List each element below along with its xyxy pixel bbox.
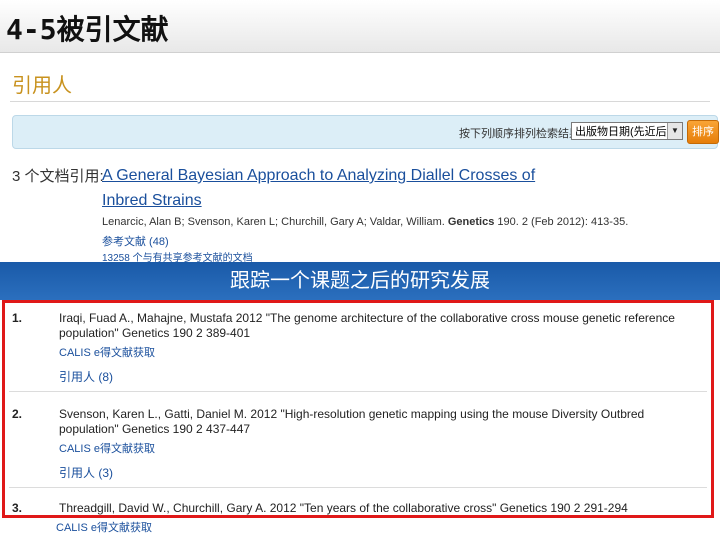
article-journal: Genetics — [447, 216, 495, 228]
result-number: 2. — [12, 407, 23, 421]
result-citation[interactable]: Svenson, Karen L., Gatti, Daniel M. 2012… — [59, 407, 707, 437]
references-link[interactable]: 参考文献 (48) — [102, 233, 169, 249]
result-divider — [9, 487, 707, 488]
annotation-banner: 跟踪一个课题之后的研究发展 — [0, 262, 720, 300]
calis-fulltext-link[interactable]: CALIS e得文献获取 — [59, 344, 155, 360]
cited-article-meta: Lenarcic, Alan B; Svenson, Karen L; Chur… — [102, 216, 628, 228]
slide-title: 4-5被引文献 — [6, 13, 169, 46]
calis-fulltext-link[interactable]: CALIS e得文献获取 — [59, 440, 155, 456]
result-number: 3. — [12, 501, 23, 515]
sort-button[interactable]: 排序 — [687, 120, 719, 144]
result-citation[interactable]: Iraqi, Fuad A., Mahajne, Mustafa 2012 "T… — [59, 311, 707, 341]
section-heading: 引用人 — [12, 75, 72, 97]
article-citation: 190. 2 (Feb 2012): 413-35. — [497, 216, 629, 228]
heading-divider — [10, 101, 710, 102]
sort-order-select[interactable]: 出版物日期(先近后远) ▼ — [571, 122, 683, 140]
result-number: 1. — [12, 311, 23, 325]
sort-bar: 按下列顺序排列检索结果: 出版物日期(先近后远) ▼ 排序 — [12, 115, 719, 149]
citing-count: 3 个文档引用: — [12, 168, 104, 185]
cited-by-link[interactable]: 引用人 (8) — [59, 368, 113, 385]
article-authors: Lenarcic, Alan B; Svenson, Karen L; Chur… — [102, 216, 445, 228]
result-citation[interactable]: Threadgill, David W., Churchill, Gary A.… — [59, 501, 707, 515]
result-divider — [9, 391, 707, 392]
calis-fulltext-link[interactable]: CALIS e得文献获取 — [56, 519, 152, 535]
slide-title-bar: 4-5被引文献 — [0, 0, 720, 52]
sort-label: 按下列顺序排列检索结果: — [459, 128, 584, 140]
sort-selected-value: 出版物日期(先近后远) — [575, 126, 682, 138]
chevron-down-icon[interactable]: ▼ — [667, 123, 682, 139]
citing-results-highlight: 1. Iraqi, Fuad A., Mahajne, Mustafa 2012… — [2, 300, 714, 518]
cited-by-link[interactable]: 引用人 (3) — [59, 464, 113, 481]
cited-article-title-link[interactable]: A General Bayesian Approach to Analyzing… — [102, 163, 572, 213]
